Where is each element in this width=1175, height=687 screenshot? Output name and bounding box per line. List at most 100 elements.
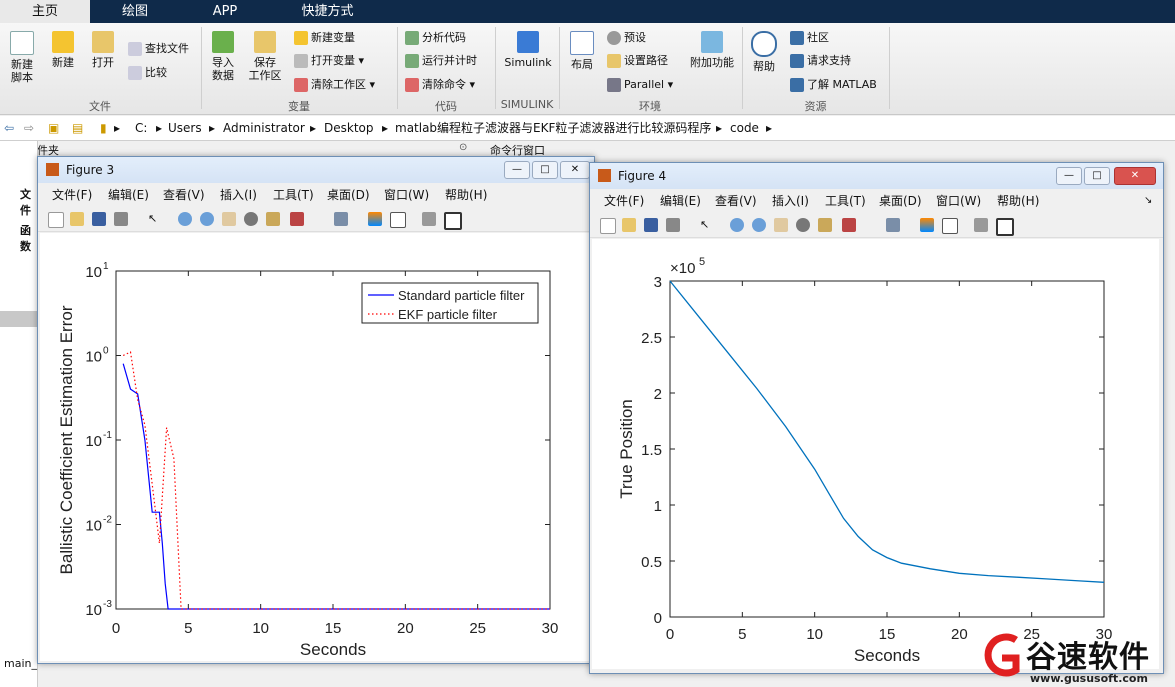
minimize-button[interactable]: —	[1056, 167, 1082, 185]
addons-icon	[701, 31, 723, 53]
pan-icon[interactable]	[774, 218, 788, 232]
menu-window[interactable]: 窗口(W)	[384, 185, 429, 205]
open-variable-button[interactable]: 打开变量 ▾	[294, 52, 364, 70]
tab-apps[interactable]: APP	[180, 0, 270, 23]
zoom-out-icon[interactable]	[200, 212, 214, 226]
link-plot-icon[interactable]	[886, 218, 900, 232]
maximize-button[interactable]: □	[532, 161, 558, 179]
zoom-in-icon[interactable]	[178, 212, 192, 226]
colorbar-icon[interactable]	[368, 212, 382, 226]
compare-button[interactable]: 比较	[128, 64, 167, 82]
x-axis-label: Seconds	[854, 646, 920, 665]
save-icon[interactable]	[644, 218, 658, 232]
up-folder-icon[interactable]: ▣	[48, 116, 59, 140]
request-support-button[interactable]: 请求支持	[790, 52, 851, 70]
show-plot-tools-icon[interactable]	[996, 218, 1014, 236]
menu-edit[interactable]: 编辑(E)	[660, 191, 701, 211]
breadcrumb-project-folder[interactable]: matlab编程粒子滤波器与EKF粒子滤波器进行比较源码程序	[395, 116, 711, 140]
rotate-icon[interactable]	[796, 218, 810, 232]
brush-icon[interactable]	[290, 212, 304, 226]
forward-arrow-icon[interactable]: ⇨	[24, 116, 34, 140]
breadcrumb-desktop[interactable]: Desktop	[324, 116, 374, 140]
rotate-icon[interactable]	[244, 212, 258, 226]
save-icon[interactable]	[92, 212, 106, 226]
breadcrumb-code[interactable]: code	[730, 116, 759, 140]
open-button[interactable]: 打开	[86, 31, 120, 69]
menubar-arrow-icon[interactable]: ↘	[1144, 191, 1152, 211]
brush-icon[interactable]	[842, 218, 856, 232]
run-and-time-button[interactable]: 运行并计时	[405, 52, 477, 70]
new-variable-button[interactable]: 新建变量	[294, 29, 355, 47]
maximize-button[interactable]: □	[1084, 167, 1110, 185]
zoom-in-icon[interactable]	[730, 218, 744, 232]
breadcrumb-administrator[interactable]: Administrator	[223, 116, 305, 140]
open-file-icon[interactable]	[622, 218, 636, 232]
show-plot-tools-icon[interactable]	[444, 212, 462, 230]
menu-tools[interactable]: 工具(T)	[825, 191, 866, 211]
print-icon[interactable]	[666, 218, 680, 232]
back-arrow-icon[interactable]: ⇦	[4, 116, 14, 140]
menu-desktop[interactable]: 桌面(D)	[879, 191, 922, 211]
tab-plots[interactable]: 绘图	[90, 0, 180, 23]
close-button[interactable]: ✕	[1114, 167, 1156, 185]
breadcrumb-c[interactable]: C:	[135, 116, 147, 140]
new-button[interactable]: 新建	[46, 31, 80, 69]
x-tick-label: 10	[806, 626, 823, 643]
preferences-button[interactable]: 预设	[607, 29, 646, 47]
tab-home[interactable]: 主页	[0, 0, 90, 23]
menu-edit[interactable]: 编辑(E)	[108, 185, 149, 205]
clear-commands-button[interactable]: 清除命令 ▾	[405, 76, 475, 94]
root-folder-icon[interactable]: ▮	[100, 116, 107, 140]
menu-tools[interactable]: 工具(T)	[273, 185, 314, 205]
save-workspace-button[interactable]: 保存 工作区	[246, 31, 284, 82]
browse-folder-icon[interactable]: ▤	[72, 116, 83, 140]
data-cursor-icon[interactable]	[266, 212, 280, 226]
import-data-button[interactable]: 导入 数据	[206, 31, 240, 82]
zoom-out-icon[interactable]	[752, 218, 766, 232]
analyze-code-button[interactable]: 分析代码	[405, 29, 466, 47]
menu-insert[interactable]: 插入(I)	[220, 185, 257, 205]
open-file-icon[interactable]	[70, 212, 84, 226]
hide-plot-tools-icon[interactable]	[974, 218, 988, 232]
breadcrumb-users[interactable]: Users	[168, 116, 202, 140]
pointer-icon[interactable]: ↖	[700, 218, 714, 232]
menu-help[interactable]: 帮助(H)	[445, 185, 487, 205]
pan-icon[interactable]	[222, 212, 236, 226]
menu-file[interactable]: 文件(F)	[604, 191, 644, 211]
pointer-icon[interactable]: ↖	[148, 212, 162, 226]
layout-button[interactable]: 布局	[565, 31, 599, 71]
colorbar-icon[interactable]	[920, 218, 934, 232]
group-variable: 变量	[288, 100, 310, 113]
new-figure-icon[interactable]	[48, 212, 64, 228]
find-files-button[interactable]: 查找文件	[128, 40, 189, 58]
menu-desktop[interactable]: 桌面(D)	[327, 185, 370, 205]
menu-file[interactable]: 文件(F)	[52, 185, 92, 205]
menu-insert[interactable]: 插入(I)	[772, 191, 809, 211]
print-icon[interactable]	[114, 212, 128, 226]
selected-row[interactable]	[0, 311, 37, 327]
parallel-button[interactable]: Parallel ▾	[607, 76, 673, 94]
panel-menu-icon[interactable]: ⊙	[459, 142, 467, 153]
x-tick-label: 25	[469, 620, 486, 637]
hide-plot-tools-icon[interactable]	[422, 212, 436, 226]
help-button[interactable]: 帮助	[748, 31, 780, 73]
legend-icon[interactable]	[390, 212, 406, 228]
close-button[interactable]: ✕	[560, 161, 590, 179]
menu-view[interactable]: 查看(V)	[163, 185, 205, 205]
menu-help[interactable]: 帮助(H)	[997, 191, 1039, 211]
menu-view[interactable]: 查看(V)	[715, 191, 757, 211]
community-button[interactable]: 社区	[790, 29, 829, 47]
data-cursor-icon[interactable]	[818, 218, 832, 232]
addons-button[interactable]: 附加功能	[688, 31, 736, 69]
menu-window[interactable]: 窗口(W)	[936, 191, 981, 211]
set-path-button[interactable]: 设置路径	[607, 52, 668, 70]
new-script-button[interactable]: 新建 脚本	[4, 31, 40, 84]
minimize-button[interactable]: —	[504, 161, 530, 179]
new-figure-icon[interactable]	[600, 218, 616, 234]
tab-shortcuts[interactable]: 快捷方式	[270, 0, 385, 23]
legend-icon[interactable]	[942, 218, 958, 234]
simulink-button[interactable]: Simulink	[501, 31, 555, 69]
clear-workspace-button[interactable]: 清除工作区 ▾	[294, 76, 375, 94]
learn-matlab-button[interactable]: 了解 MATLAB	[790, 76, 877, 94]
link-plot-icon[interactable]	[334, 212, 348, 226]
